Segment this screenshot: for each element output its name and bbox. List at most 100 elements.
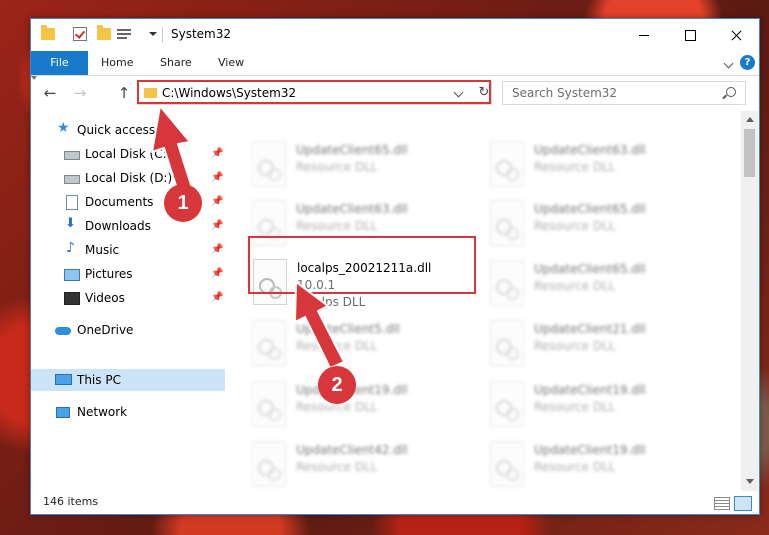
file-name: UpdateClient65.dll xyxy=(296,143,408,157)
list-item[interactable]: UpdateClient21.dll Resource DLL xyxy=(490,320,720,378)
address-row: ← → ↑ C:\Windows\System32 ↻ Search Syste… xyxy=(31,76,759,110)
window-title: System32 xyxy=(171,27,232,41)
step-badge-1: 1 xyxy=(164,184,202,222)
file-type: Resource DLL xyxy=(534,279,616,293)
tab-home[interactable]: Home xyxy=(101,51,133,75)
nav-item-label: Documents xyxy=(85,195,154,209)
dll-file-icon xyxy=(252,441,286,487)
dll-file-icon xyxy=(252,141,286,187)
address-path[interactable]: C:\Windows\System32 xyxy=(162,86,296,100)
quick-access-dropdown-icon[interactable] xyxy=(149,32,157,36)
computer-icon xyxy=(55,374,72,385)
file-type: Resource DLL xyxy=(296,160,378,174)
cloud-icon xyxy=(55,327,71,335)
download-icon: ⬇ xyxy=(65,216,76,231)
nav-item-label: Music xyxy=(85,243,120,257)
refresh-icon[interactable]: ↻ xyxy=(476,83,492,103)
step-badge-2: 2 xyxy=(318,366,356,404)
pictures-icon xyxy=(64,269,80,281)
list-item[interactable]: UpdateClient42.dll Resource DLL xyxy=(252,441,482,491)
tiles-view-icon[interactable] xyxy=(734,496,752,511)
list-item[interactable]: UpdateClient65.dll Resource DLL xyxy=(490,200,720,258)
nav-item-label: Downloads xyxy=(85,219,151,233)
nav-item-local-disk-c[interactable]: Local Disk (C:) 📌 xyxy=(31,143,225,165)
nav-item-downloads[interactable]: ⬇ Downloads 📌 xyxy=(31,215,225,237)
nav-item-label: Quick access xyxy=(77,123,156,137)
properties-check-icon[interactable] xyxy=(73,27,87,41)
file-type: localps DLL xyxy=(297,295,366,309)
dll-file-icon xyxy=(490,381,524,427)
nav-item-quick-access[interactable]: ★ Quick access xyxy=(31,119,225,141)
navigation-pane: ★ Quick access Local Disk (C:) 📌 Local D… xyxy=(31,111,225,491)
file-type: Resource DLL xyxy=(534,160,616,174)
up-arrow-icon[interactable]: ↑ xyxy=(115,84,133,102)
nav-item-label: This PC xyxy=(77,373,121,387)
videos-icon xyxy=(64,292,80,305)
list-item[interactable]: UpdateClient19.dll Resource DLL xyxy=(490,381,720,439)
expand-ribbon-chevron-icon[interactable] xyxy=(723,58,734,69)
document-icon xyxy=(66,195,78,210)
list-item[interactable]: UpdateClient63.dll Resource DLL xyxy=(490,141,720,199)
close-button[interactable] xyxy=(713,19,759,51)
file-type: Resource DLL xyxy=(296,219,378,233)
dll-file-icon xyxy=(252,320,286,366)
ribbon-tabs: File Home Share View ? xyxy=(31,51,759,76)
search-icon[interactable] xyxy=(726,87,736,97)
list-item[interactable]: UpdateClient19.dll Resource DLL xyxy=(252,381,482,439)
dll-file-icon xyxy=(490,260,524,306)
pin-icon[interactable]: 📌 xyxy=(211,172,223,183)
pin-icon[interactable]: 📌 xyxy=(211,268,223,279)
tab-view[interactable]: View xyxy=(218,51,244,75)
nav-item-network[interactable]: Network xyxy=(31,401,225,423)
pin-icon[interactable]: 📌 xyxy=(211,220,223,231)
minimize-button[interactable] xyxy=(621,19,667,51)
pin-icon[interactable]: 📌 xyxy=(211,148,223,159)
maximize-button[interactable] xyxy=(667,19,713,51)
customize-toolbar-icon[interactable] xyxy=(117,27,133,41)
details-view-icon[interactable] xyxy=(714,497,730,510)
file-type: Resource DLL xyxy=(296,339,378,353)
scroll-up-arrow-icon[interactable] xyxy=(746,117,754,122)
list-item[interactable]: UpdateClient65.dll Resource DLL xyxy=(490,260,720,318)
forward-arrow-icon[interactable]: → xyxy=(71,84,89,102)
network-icon xyxy=(56,407,70,418)
file-name: UpdateClient5.dll xyxy=(296,322,400,336)
search-input[interactable]: Search System32 xyxy=(502,81,746,105)
list-item[interactable]: UpdateClient19.dll Resource DLL xyxy=(490,441,720,491)
nav-item-music[interactable]: ♪ Music 📌 xyxy=(31,239,225,261)
recent-locations-chevron-icon[interactable] xyxy=(31,76,37,80)
nav-item-local-disk-d[interactable]: Local Disk (D:) 📌 xyxy=(31,167,225,189)
pin-icon[interactable]: 📌 xyxy=(211,244,223,255)
scrollbar-thumb[interactable] xyxy=(744,129,755,177)
file-name: UpdateClient63.dll xyxy=(534,143,646,157)
help-icon[interactable]: ? xyxy=(740,55,755,70)
file-name: UpdateClient65.dll xyxy=(534,262,646,276)
nav-item-pictures[interactable]: Pictures 📌 xyxy=(31,263,225,285)
nav-item-label: Local Disk (C:) xyxy=(85,147,172,161)
nav-item-videos[interactable]: Videos 📌 xyxy=(31,287,225,309)
file-list: UpdateClient65.dll Resource DLL UpdateCl… xyxy=(228,111,741,491)
nav-item-onedrive[interactable]: OneDrive xyxy=(31,319,225,341)
back-arrow-icon[interactable]: ← xyxy=(41,84,59,102)
vertical-scrollbar[interactable] xyxy=(741,111,758,491)
tab-file[interactable]: File xyxy=(31,51,88,75)
file-name: UpdateClient19.dll xyxy=(534,383,646,397)
list-item[interactable]: UpdateClient65.dll Resource DLL xyxy=(252,141,482,199)
scroll-down-arrow-icon[interactable] xyxy=(746,479,754,484)
address-dropdown-chevron-icon[interactable] xyxy=(453,87,464,98)
list-item[interactable]: UpdateClient5.dll Resource DLL xyxy=(252,320,482,378)
new-folder-icon[interactable] xyxy=(97,25,111,40)
nav-item-label: Local Disk (D:) xyxy=(85,171,173,185)
file-type: Resource DLL xyxy=(534,219,616,233)
title-bar: System32 xyxy=(31,19,759,51)
tab-share[interactable]: Share xyxy=(160,51,192,75)
file-type: Resource DLL xyxy=(534,400,616,414)
disk-icon xyxy=(64,175,80,184)
dll-file-icon xyxy=(490,200,524,246)
file-type: Resource DLL xyxy=(534,339,616,353)
nav-item-label: OneDrive xyxy=(77,323,134,337)
pin-icon[interactable]: 📌 xyxy=(211,196,223,207)
pin-icon[interactable]: 📌 xyxy=(211,292,223,303)
nav-item-this-pc[interactable]: This PC xyxy=(31,369,225,391)
address-bar[interactable]: C:\Windows\System32 ↻ xyxy=(137,81,492,105)
